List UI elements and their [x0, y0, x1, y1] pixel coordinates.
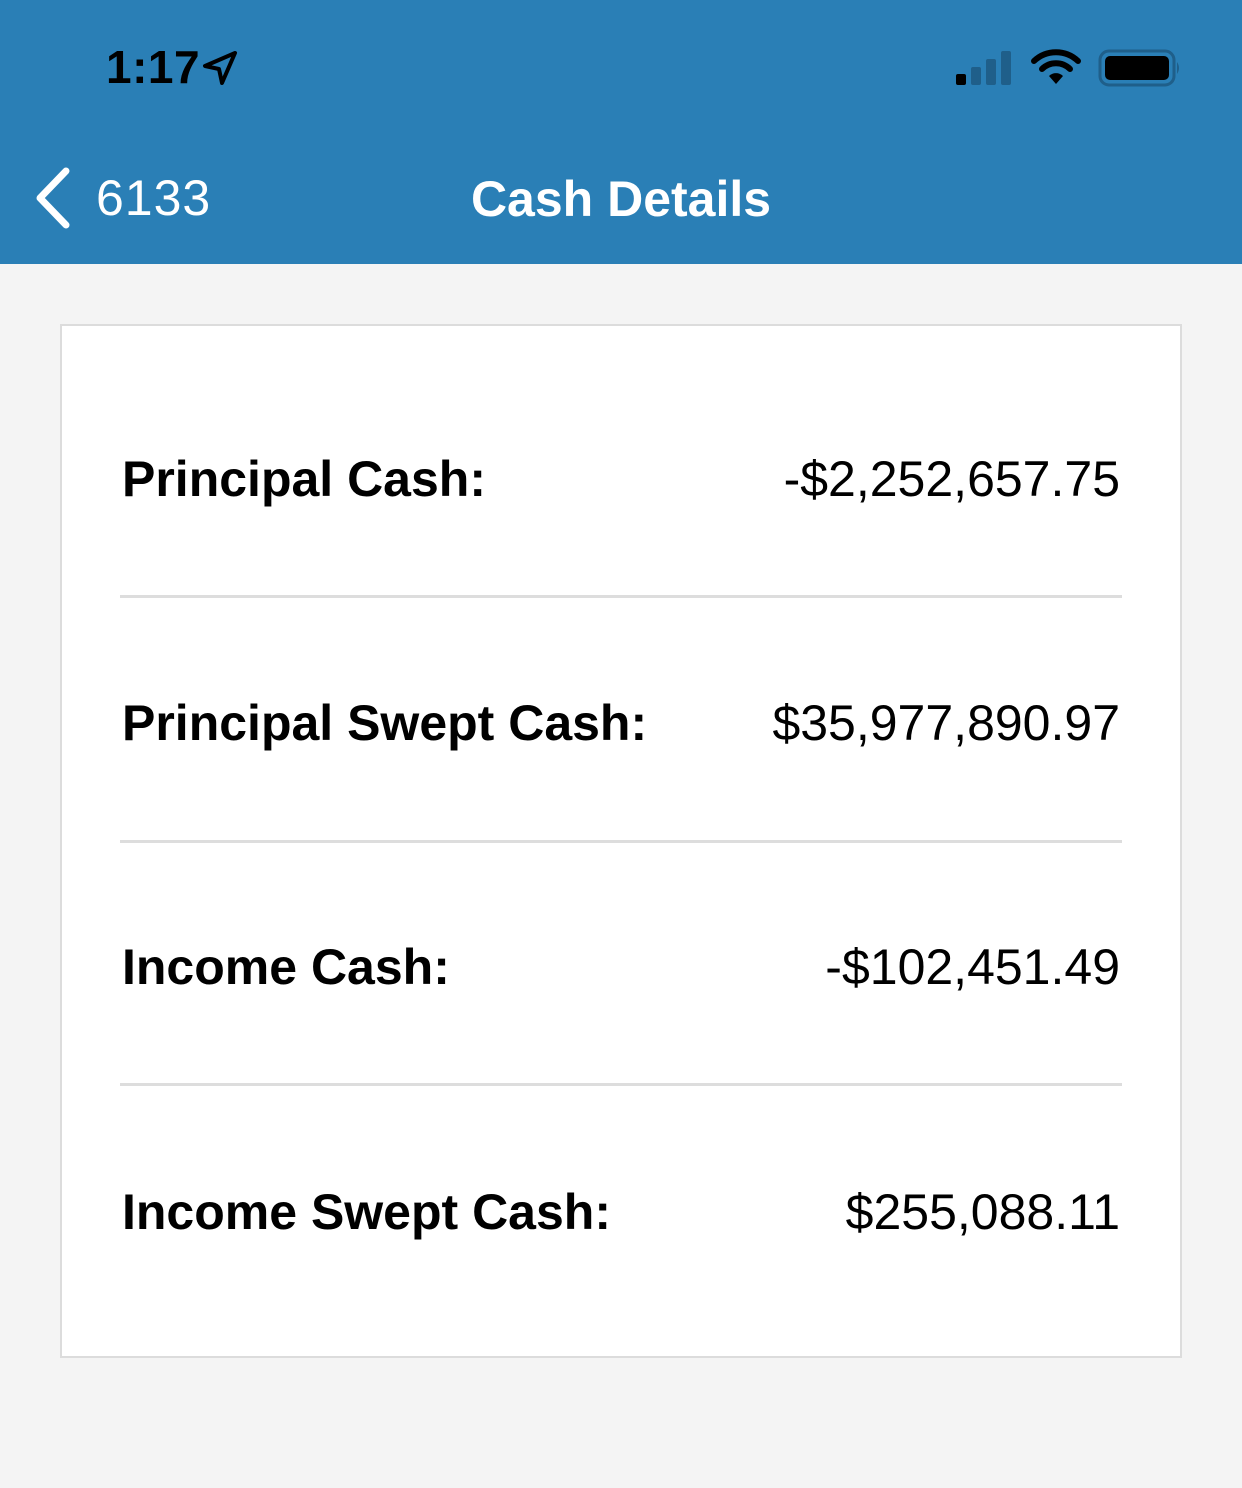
location-arrow-icon: [203, 51, 237, 85]
income-cash-row: Income Cash: -$102,451.49: [120, 844, 1122, 1088]
cash-details-card: Principal Cash: -$2,252,657.75 Principal…: [60, 324, 1182, 1358]
nav-bar: 6133 Cash Details: [0, 132, 1242, 264]
income-cash-value: -$102,451.49: [825, 939, 1120, 995]
status-bar: 1:17: [0, 0, 1242, 132]
divider: [120, 595, 1122, 598]
principal-swept-cash-value: $35,977,890.97: [772, 695, 1120, 751]
principal-cash-row: Principal Cash: -$2,252,657.75: [120, 356, 1122, 600]
principal-swept-cash-row: Principal Swept Cash: $35,977,890.97: [120, 600, 1122, 844]
status-time: 1:17: [106, 41, 201, 93]
income-cash-label: Income Cash:: [122, 939, 450, 995]
divider: [120, 1083, 1122, 1086]
cellular-signal-icon: [956, 51, 1011, 85]
principal-cash-value: -$2,252,657.75: [783, 451, 1120, 507]
income-swept-cash-row: Income Swept Cash: $255,088.11: [120, 1089, 1122, 1333]
income-swept-cash-label: Income Swept Cash:: [122, 1184, 611, 1240]
divider: [120, 840, 1122, 843]
battery-icon: [1098, 49, 1179, 87]
page-title: Cash Details: [470, 171, 772, 227]
principal-swept-cash-label: Principal Swept Cash:: [122, 695, 648, 751]
principal-cash-label: Principal Cash:: [122, 451, 486, 507]
header: 1:17 6133 Cash Details: [0, 0, 1242, 264]
income-swept-cash-value: $255,088.11: [845, 1184, 1120, 1240]
wifi-icon: [1031, 49, 1081, 84]
